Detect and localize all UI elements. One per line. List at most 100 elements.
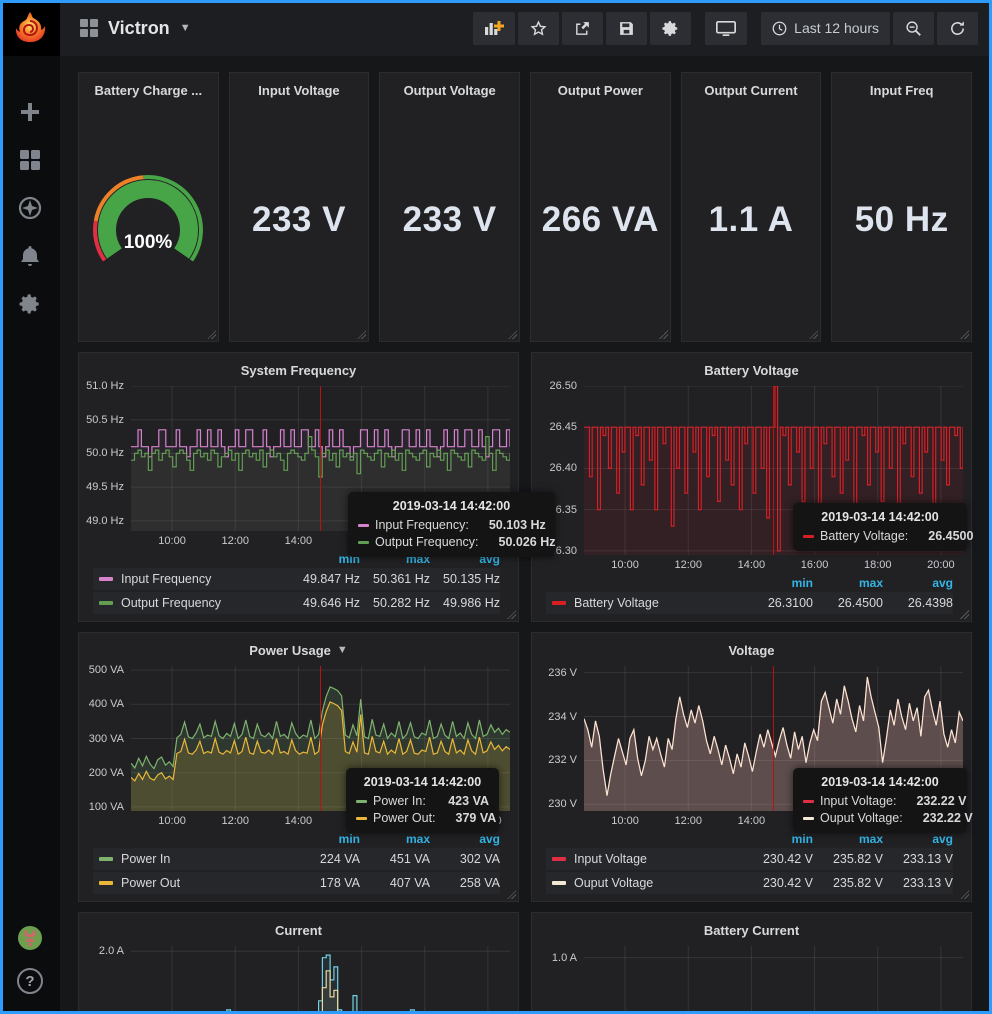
time-range-label: Last 12 hours xyxy=(794,20,879,36)
x-tick-label: 20:00 xyxy=(474,815,502,827)
panel-resize-handle[interactable] xyxy=(960,890,969,899)
y-tick-label: 400 VA xyxy=(89,698,124,710)
zoom-out-time-button[interactable] xyxy=(893,12,934,45)
panel-resize-handle[interactable] xyxy=(960,610,969,619)
user-avatar[interactable] xyxy=(18,926,42,950)
add-panel-button[interactable] xyxy=(473,12,515,45)
y-tick-label: 200 VA xyxy=(89,767,124,779)
dashboard-settings-button[interactable] xyxy=(650,12,691,45)
help-icon[interactable]: ? xyxy=(17,968,43,994)
legend-stat-value: 49.847 Hz xyxy=(290,572,360,586)
panel-resize-handle[interactable] xyxy=(507,610,516,619)
legend-stat-value: 26.3100 xyxy=(743,596,813,610)
panel-battery-voltage: Battery Voltage 26.5026.4526.4026.3526.3… xyxy=(531,352,972,622)
chart-plot-area[interactable] xyxy=(131,386,510,531)
stat-value: 50 Hz xyxy=(855,200,949,240)
panel-title[interactable]: Battery Voltage xyxy=(532,358,971,382)
series-color-swatch xyxy=(99,881,113,885)
legend-stat-header[interactable]: avg xyxy=(883,832,953,846)
alerting-bell-icon[interactable] xyxy=(18,244,42,268)
legend-stat-value: 224 VA xyxy=(290,852,360,866)
legend-stat-header[interactable]: max xyxy=(813,832,883,846)
panel-title[interactable]: Output Current xyxy=(682,78,821,102)
y-axis: 2.0 A1.5 A1.0 A0.5 A xyxy=(79,946,131,1014)
chart-plot-area[interactable] xyxy=(584,946,963,1014)
cycle-view-tv-button[interactable] xyxy=(705,12,747,45)
legend-series-toggle[interactable]: Battery Voltage26.310026.450026.4398 xyxy=(546,592,953,614)
panel-title[interactable]: Power Usage▼ xyxy=(79,638,518,662)
dashboard-title-picker[interactable]: Victron ▼ xyxy=(80,18,191,39)
legend-stat-value: 233.13 V xyxy=(883,876,953,890)
grafana-logo[interactable] xyxy=(0,0,60,56)
panel-resize-handle[interactable] xyxy=(659,330,668,339)
explore-compass-icon[interactable] xyxy=(18,196,42,220)
panel-resize-handle[interactable] xyxy=(207,330,216,339)
star-dashboard-button[interactable] xyxy=(518,12,559,45)
configuration-gear-icon[interactable] xyxy=(18,292,42,316)
legend-series-toggle[interactable]: Output Frequency49.646 Hz50.282 Hz49.986… xyxy=(93,592,500,614)
legend-stat-header[interactable]: min xyxy=(743,576,813,590)
series-color-swatch xyxy=(552,881,566,885)
x-axis: 10:0012:0014:0016:0018:0020:00 xyxy=(584,811,963,831)
legend-series-toggle[interactable]: Input Voltage230.42 V235.82 V233.13 V xyxy=(546,848,953,870)
legend-series-toggle[interactable]: Power Out178 VA407 VA258 VA xyxy=(93,872,500,894)
panel-title[interactable]: Voltage xyxy=(532,638,971,662)
x-tick-label: 10:00 xyxy=(611,559,639,571)
legend-series-toggle[interactable]: Input Frequency49.847 Hz50.361 Hz50.135 … xyxy=(93,568,500,590)
y-tick-label: 230 V xyxy=(548,798,577,810)
series-color-swatch xyxy=(99,601,113,605)
legend: minmaxavg Battery Voltage26.310026.45002… xyxy=(532,575,963,616)
x-axis: 10:0012:0014:0016:0018:0020:00 xyxy=(584,555,963,575)
y-tick-label: 236 V xyxy=(548,667,577,679)
panel-title[interactable]: Output Voltage xyxy=(380,78,519,102)
panel-resize-handle[interactable] xyxy=(507,890,516,899)
legend-series-toggle[interactable]: Ouput Voltage230.42 V235.82 V233.13 V xyxy=(546,872,953,894)
refresh-button[interactable] xyxy=(937,12,978,45)
legend: minmaxavg Input Voltage230.42 V235.82 V2… xyxy=(532,831,963,896)
panel-title[interactable]: Input Voltage xyxy=(230,78,369,102)
stat-value: 266 VA xyxy=(542,200,659,240)
chart-plot-area[interactable] xyxy=(131,666,510,811)
x-tick-label: 12:00 xyxy=(221,815,249,827)
save-dashboard-button[interactable] xyxy=(606,12,647,45)
chart-plot-area[interactable] xyxy=(584,666,963,811)
legend: minmaxavg Power In224 VA451 VA302 VA Pow… xyxy=(79,831,510,896)
legend-stat-header[interactable]: min xyxy=(290,832,360,846)
legend-stat-header[interactable]: max xyxy=(813,576,883,590)
y-tick-label: 232 V xyxy=(548,754,577,766)
panel-resize-handle[interactable] xyxy=(809,330,818,339)
legend-series-toggle[interactable]: Power In224 VA451 VA302 VA xyxy=(93,848,500,870)
panel-voltage: Voltage 236 V234 V232 V230 V 10:0012:001… xyxy=(531,632,972,902)
panel-resize-handle[interactable] xyxy=(508,330,517,339)
panel-title[interactable]: Battery Charge ... xyxy=(79,78,218,102)
create-plus-icon[interactable] xyxy=(18,100,42,124)
panel-title[interactable]: System Frequency xyxy=(79,358,518,382)
gear-icon xyxy=(662,20,679,37)
tv-icon xyxy=(716,20,736,37)
legend-stat-header[interactable]: avg xyxy=(430,832,500,846)
panel-title[interactable]: Battery Current xyxy=(532,918,971,942)
chart-plot-area[interactable] xyxy=(131,946,510,1014)
legend-stat-value: 50.135 Hz xyxy=(430,572,500,586)
legend-stat-header[interactable]: avg xyxy=(883,576,953,590)
panel-title[interactable]: Input Freq xyxy=(832,78,971,102)
legend-stat-value: 302 VA xyxy=(430,852,500,866)
panel-resize-handle[interactable] xyxy=(960,330,969,339)
panel-output-current-stat: Output Current 1.1 A xyxy=(681,72,822,342)
panel-title[interactable]: Output Power xyxy=(531,78,670,102)
x-tick-label: 14:00 xyxy=(738,815,766,827)
legend-stat-header[interactable]: min xyxy=(290,552,360,566)
y-tick-label: 300 VA xyxy=(89,733,124,745)
legend-stat-header[interactable]: avg xyxy=(430,552,500,566)
y-tick-label: 49.0 Hz xyxy=(86,515,124,527)
legend-stat-header[interactable]: min xyxy=(743,832,813,846)
dashboards-icon[interactable] xyxy=(18,148,42,172)
grafana-flame-icon xyxy=(12,10,48,46)
panel-resize-handle[interactable] xyxy=(357,330,366,339)
share-dashboard-button[interactable] xyxy=(562,12,603,45)
time-range-picker[interactable]: Last 12 hours xyxy=(761,12,890,45)
panel-title[interactable]: Current xyxy=(79,918,518,942)
legend-stat-header[interactable]: max xyxy=(360,552,430,566)
legend-stat-header[interactable]: max xyxy=(360,832,430,846)
chart-plot-area[interactable] xyxy=(584,386,963,555)
